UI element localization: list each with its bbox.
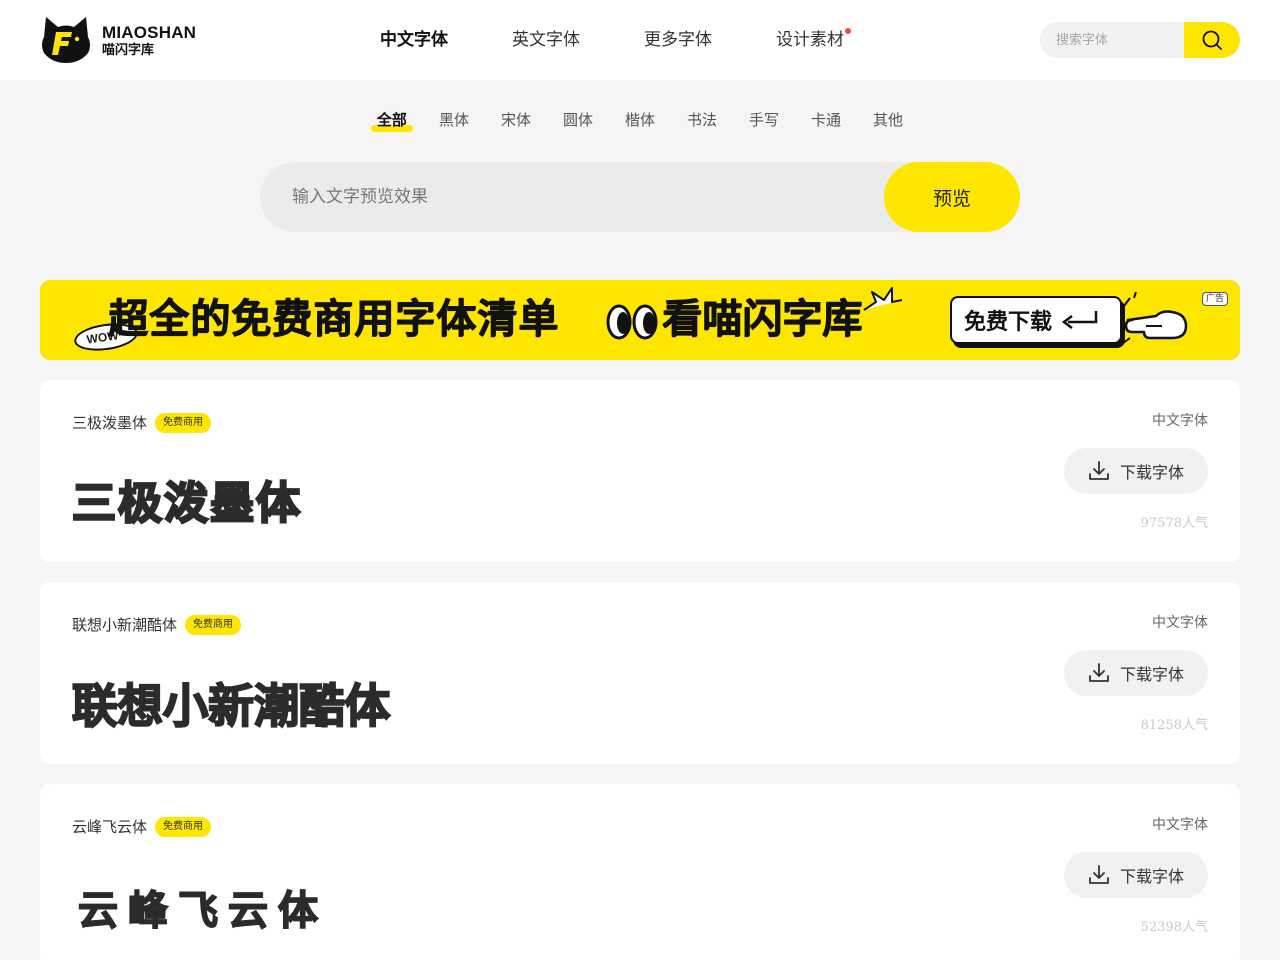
font-card[interactable]: 联想小新潮酷体 免费商用 联想小新潮酷体 中文字体 下载字体 81258人气 [40, 582, 1240, 764]
banner-headline: 超全的免费商用字体清单 [108, 296, 559, 342]
tab-kaiti[interactable]: 楷体 [625, 106, 655, 134]
font-sample-preview[interactable]: 三极泼墨体 [72, 462, 372, 532]
promo-banner[interactable]: WOW~ 超全的免费商用字体清单 看喵闪字库 免费下载 广告 [40, 280, 1240, 360]
download-icon [1089, 865, 1109, 884]
font-type: 中文字体 [1152, 413, 1208, 429]
tab-cartoon[interactable]: 卡通 [811, 106, 841, 134]
download-icon [1089, 461, 1109, 480]
svg-text:云峰飞云体: 云峰飞云体 [78, 887, 328, 934]
ad-tag: 广告 [1201, 292, 1228, 306]
new-dot-icon [845, 28, 851, 34]
download-font-button[interactable]: 下载字体 [1064, 852, 1208, 898]
popularity-count: 97578人气 [1140, 516, 1208, 531]
preview-button[interactable]: 预览 [884, 162, 1020, 232]
free-commercial-badge: 免费商用 [155, 816, 212, 837]
download-label: 下载字体 [1119, 867, 1184, 886]
sparkle-icon [863, 287, 903, 311]
nav-more-fonts[interactable]: 更多字体 [644, 26, 712, 54]
font-sample-preview[interactable]: 云峰飞云体 [72, 866, 372, 936]
tab-calligraphy[interactable]: 书法 [687, 106, 717, 134]
search-icon [1202, 30, 1222, 50]
search-input[interactable] [1040, 22, 1186, 58]
eyes-icon [606, 304, 658, 340]
return-arrow-icon [1061, 311, 1098, 329]
nav-design-assets[interactable]: 设计素材 [776, 26, 851, 54]
logo-text-en: MIAOSHAN [102, 22, 197, 42]
search-button[interactable] [1184, 22, 1240, 58]
header-search [1040, 22, 1240, 58]
font-name[interactable]: 云峰飞云体 [72, 816, 147, 837]
tab-songti[interactable]: 宋体 [501, 106, 531, 134]
tab-other[interactable]: 其他 [873, 106, 903, 134]
main-nav: 中文字体 英文字体 更多字体 设计素材 [372, 26, 908, 54]
svg-text:三极泼墨体: 三极泼墨体 [72, 478, 302, 529]
pointing-hand-icon [1122, 292, 1188, 345]
font-card[interactable]: 云峰飞云体 免费商用 云峰飞云体 中文字体 下载字体 52398人气 [40, 784, 1240, 960]
tab-handwriting[interactable]: 手写 [749, 106, 779, 134]
popularity-count: 81258人气 [1140, 718, 1208, 733]
download-label: 下载字体 [1119, 463, 1184, 482]
font-type: 中文字体 [1152, 817, 1208, 833]
preview-bar: 预览 [260, 162, 1020, 232]
svg-text:联想小新潮酷体: 联想小新潮酷体 [72, 679, 390, 733]
nav-chinese-fonts[interactable]: 中文字体 [372, 26, 456, 54]
free-commercial-badge: 免费商用 [185, 614, 242, 635]
font-card[interactable]: 三极泼墨体 免费商用 三极泼墨体 中文字体 下载字体 97578人气 [40, 380, 1240, 562]
download-icon [1089, 663, 1109, 682]
free-commercial-badge: 免费商用 [155, 412, 212, 433]
download-font-button[interactable]: 下载字体 [1064, 448, 1208, 494]
font-type: 中文字体 [1152, 615, 1208, 631]
banner-download-button[interactable]: 免费下载 [950, 296, 1122, 344]
font-sample-preview[interactable]: 联想小新潮酷体 [72, 664, 432, 734]
top-header: MIAOSHAN 喵闪字库 中文字体 英文字体 更多字体 设计素材 [0, 0, 1280, 80]
cat-f-logo-icon [40, 15, 92, 65]
site-logo[interactable]: MIAOSHAN 喵闪字库 [40, 14, 210, 66]
download-font-button[interactable]: 下载字体 [1064, 650, 1208, 696]
category-tabs: 全部 黑体 宋体 圆体 楷体 书法 手写 卡通 其他 [0, 106, 1280, 134]
preview-text-input[interactable] [260, 162, 880, 232]
popularity-count: 52398人气 [1140, 920, 1208, 935]
banner-subline: 看喵闪字库 [662, 296, 862, 342]
nav-english-fonts[interactable]: 英文字体 [512, 26, 580, 54]
download-label: 下载字体 [1119, 665, 1184, 684]
font-name[interactable]: 联想小新潮酷体 [72, 614, 177, 635]
font-name[interactable]: 三极泼墨体 [72, 412, 147, 433]
tab-all[interactable]: 全部 [370, 106, 413, 134]
logo-text-zh: 喵闪字库 [102, 42, 155, 58]
banner-download-label: 免费下载 [964, 310, 1053, 335]
tab-yuanti[interactable]: 圆体 [563, 106, 593, 134]
tab-heiti[interactable]: 黑体 [439, 106, 469, 134]
